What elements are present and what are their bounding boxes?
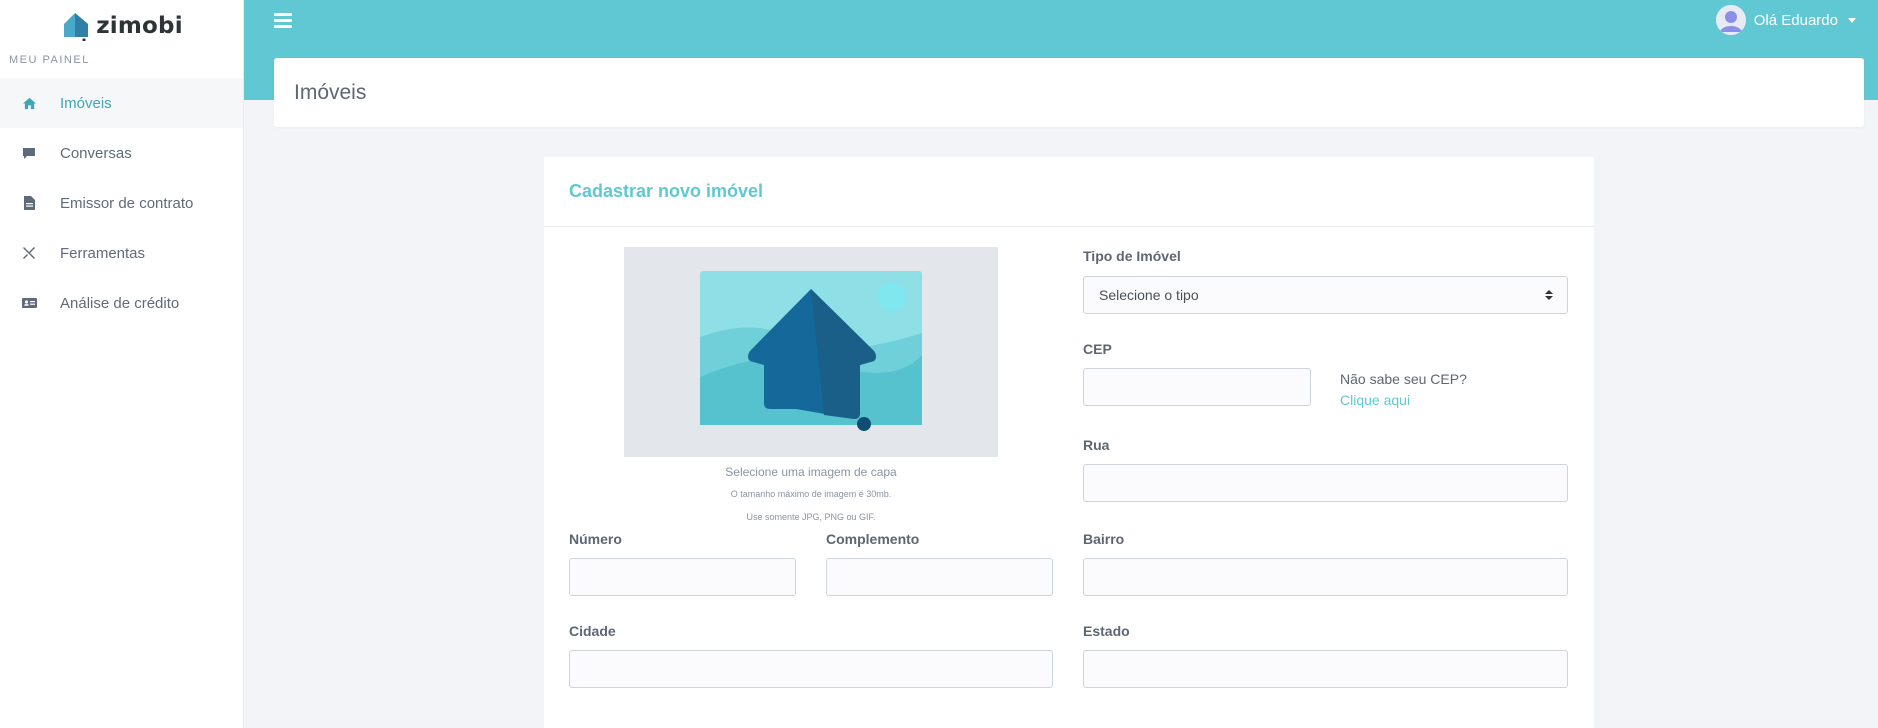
cep-help-text: Não sabe seu CEP? [1340, 371, 1467, 387]
logo-house-icon [60, 11, 90, 42]
bairro-input[interactable] [1083, 558, 1568, 596]
sidebar-item-ferramentas[interactable]: Ferramentas [0, 228, 243, 278]
tools-icon [21, 245, 37, 261]
rua-input[interactable] [1083, 464, 1568, 502]
numero-label: Número [569, 531, 622, 547]
sidebar-item-label: Ferramentas [60, 244, 146, 262]
cep-label: CEP [1083, 341, 1112, 357]
tipo-select[interactable]: Selecione o tipo [1083, 276, 1568, 314]
user-menu[interactable]: Olá Eduardo [1715, 5, 1856, 35]
sidebar-item-imoveis[interactable]: Imóveis [0, 78, 243, 128]
property-form: Cadastrar novo imóvel Selecione uma imag… [544, 157, 1594, 728]
select-caret-icon [1545, 290, 1553, 300]
complemento-input[interactable] [826, 558, 1053, 596]
sidebar-item-label: Conversas [60, 144, 132, 162]
form-title: Cadastrar novo imóvel [569, 181, 764, 201]
complemento-label: Complemento [826, 531, 920, 547]
rua-label: Rua [1083, 437, 1110, 453]
cep-help: Não sabe seu CEP? Clique aqui [1340, 369, 1467, 411]
home-icon [21, 95, 37, 111]
chat-icon [21, 145, 37, 161]
tipo-selected-value: Selecione o tipo [1099, 287, 1199, 303]
menu-toggle-icon[interactable] [274, 13, 292, 28]
cidade-label: Cidade [569, 623, 616, 639]
image-caption: Selecione uma imagem de capa [725, 465, 897, 479]
numero-input[interactable] [569, 558, 796, 596]
user-greeting: Olá Eduardo [1753, 11, 1838, 29]
page-header: Imóveis [274, 58, 1864, 127]
sidebar-item-label: Análise de crédito [60, 294, 180, 312]
cidade-input[interactable] [569, 650, 1053, 688]
document-icon [21, 195, 37, 211]
estado-input[interactable] [1083, 650, 1568, 688]
image-placeholder-icon [624, 247, 998, 457]
sidebar-item-label: Emissor de contrato [60, 194, 194, 212]
tipo-label: Tipo de Imóvel [1083, 248, 1181, 264]
sidebar-section-label: MEU PAINEL [9, 54, 90, 66]
page-title: Imóveis [294, 80, 367, 104]
bairro-label: Bairro [1083, 531, 1125, 547]
cep-help-link[interactable]: Clique aqui [1340, 392, 1410, 408]
cover-image-picker[interactable] [624, 247, 998, 457]
sidebar-item-label: Imóveis [60, 94, 112, 112]
sidebar: zimobi MEU PAINEL Imóveis Conversas Emis… [0, 0, 244, 728]
logo-text: zimobi [96, 13, 183, 39]
sidebar-item-analise-de-credito[interactable]: Análise de crédito [0, 278, 243, 328]
logo[interactable]: zimobi [0, 0, 243, 52]
image-size-note: O tamanho máximo de imagem é 30mb. [730, 489, 892, 499]
estado-label: Estado [1083, 623, 1130, 639]
id-card-icon [21, 295, 37, 311]
cep-input[interactable] [1083, 368, 1311, 406]
avatar [1715, 5, 1746, 35]
sidebar-item-emissor-de-contrato[interactable]: Emissor de contrato [0, 178, 243, 228]
sidebar-item-conversas[interactable]: Conversas [0, 128, 243, 178]
form-header: Cadastrar novo imóvel [544, 157, 1594, 227]
image-format-note: Use somente JPG, PNG ou GIF. [746, 512, 876, 522]
chevron-down-icon [1848, 17, 1856, 23]
